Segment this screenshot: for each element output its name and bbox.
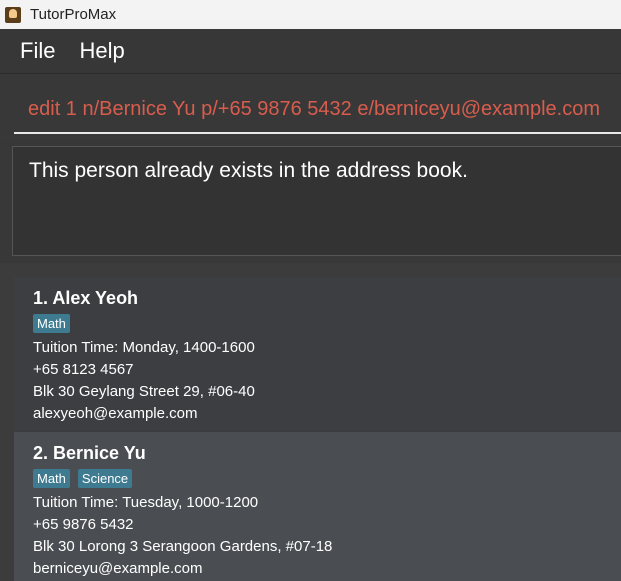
person-card-selected[interactable]: 2. Bernice Yu Math Science Tuition Time:… xyxy=(14,432,621,581)
person-card[interactable]: 1. Alex Yeoh Math Tuition Time: Monday, … xyxy=(14,277,621,431)
tag: Math xyxy=(33,469,70,488)
address: Blk 30 Lorong 3 Serangoon Gardens, #07-1… xyxy=(33,538,333,555)
command-panel: edit 1 n/Bernice Yu p/+65 9876 5432 e/be… xyxy=(0,73,621,137)
email: berniceyu@example.com xyxy=(33,560,203,577)
result-panel: This person already exists in the addres… xyxy=(0,138,621,263)
app-icon xyxy=(5,6,21,23)
tag-list: Math Science xyxy=(33,469,621,488)
address: Blk 30 Geylang Street 29, #06-40 xyxy=(33,383,255,400)
phone: +65 8123 4567 xyxy=(33,361,134,378)
result-display[interactable]: This person already exists in the addres… xyxy=(12,146,621,256)
tuition-time: Tuition Time: Tuesday, 1000-1200 xyxy=(33,494,259,511)
person-name: 2. Bernice Yu xyxy=(33,443,146,463)
phone: +65 9876 5432 xyxy=(33,516,134,533)
person-list[interactable]: 1. Alex Yeoh Math Tuition Time: Monday, … xyxy=(14,277,621,581)
command-text[interactable]: edit 1 n/Bernice Yu p/+65 9876 5432 e/be… xyxy=(28,98,600,121)
result-message: This person already exists in the addres… xyxy=(29,159,468,182)
menu-bar: File Help xyxy=(0,29,621,73)
menu-help[interactable]: Help xyxy=(71,38,132,64)
person-list-panel: 1. Alex Yeoh Math Tuition Time: Monday, … xyxy=(0,263,621,581)
window-title: TutorProMax xyxy=(30,6,117,23)
title-bar: TutorProMax xyxy=(0,0,621,29)
tag-list: Math xyxy=(33,314,621,333)
email: alexyeoh@example.com xyxy=(33,405,198,422)
command-input[interactable]: edit 1 n/Bernice Yu p/+65 9876 5432 e/be… xyxy=(14,80,621,134)
menu-file[interactable]: File xyxy=(12,38,63,64)
tuition-time: Tuition Time: Monday, 1400-1600 xyxy=(33,339,255,356)
person-name: 1. Alex Yeoh xyxy=(33,288,139,308)
tag: Math xyxy=(33,314,70,333)
tag: Science xyxy=(77,469,133,488)
